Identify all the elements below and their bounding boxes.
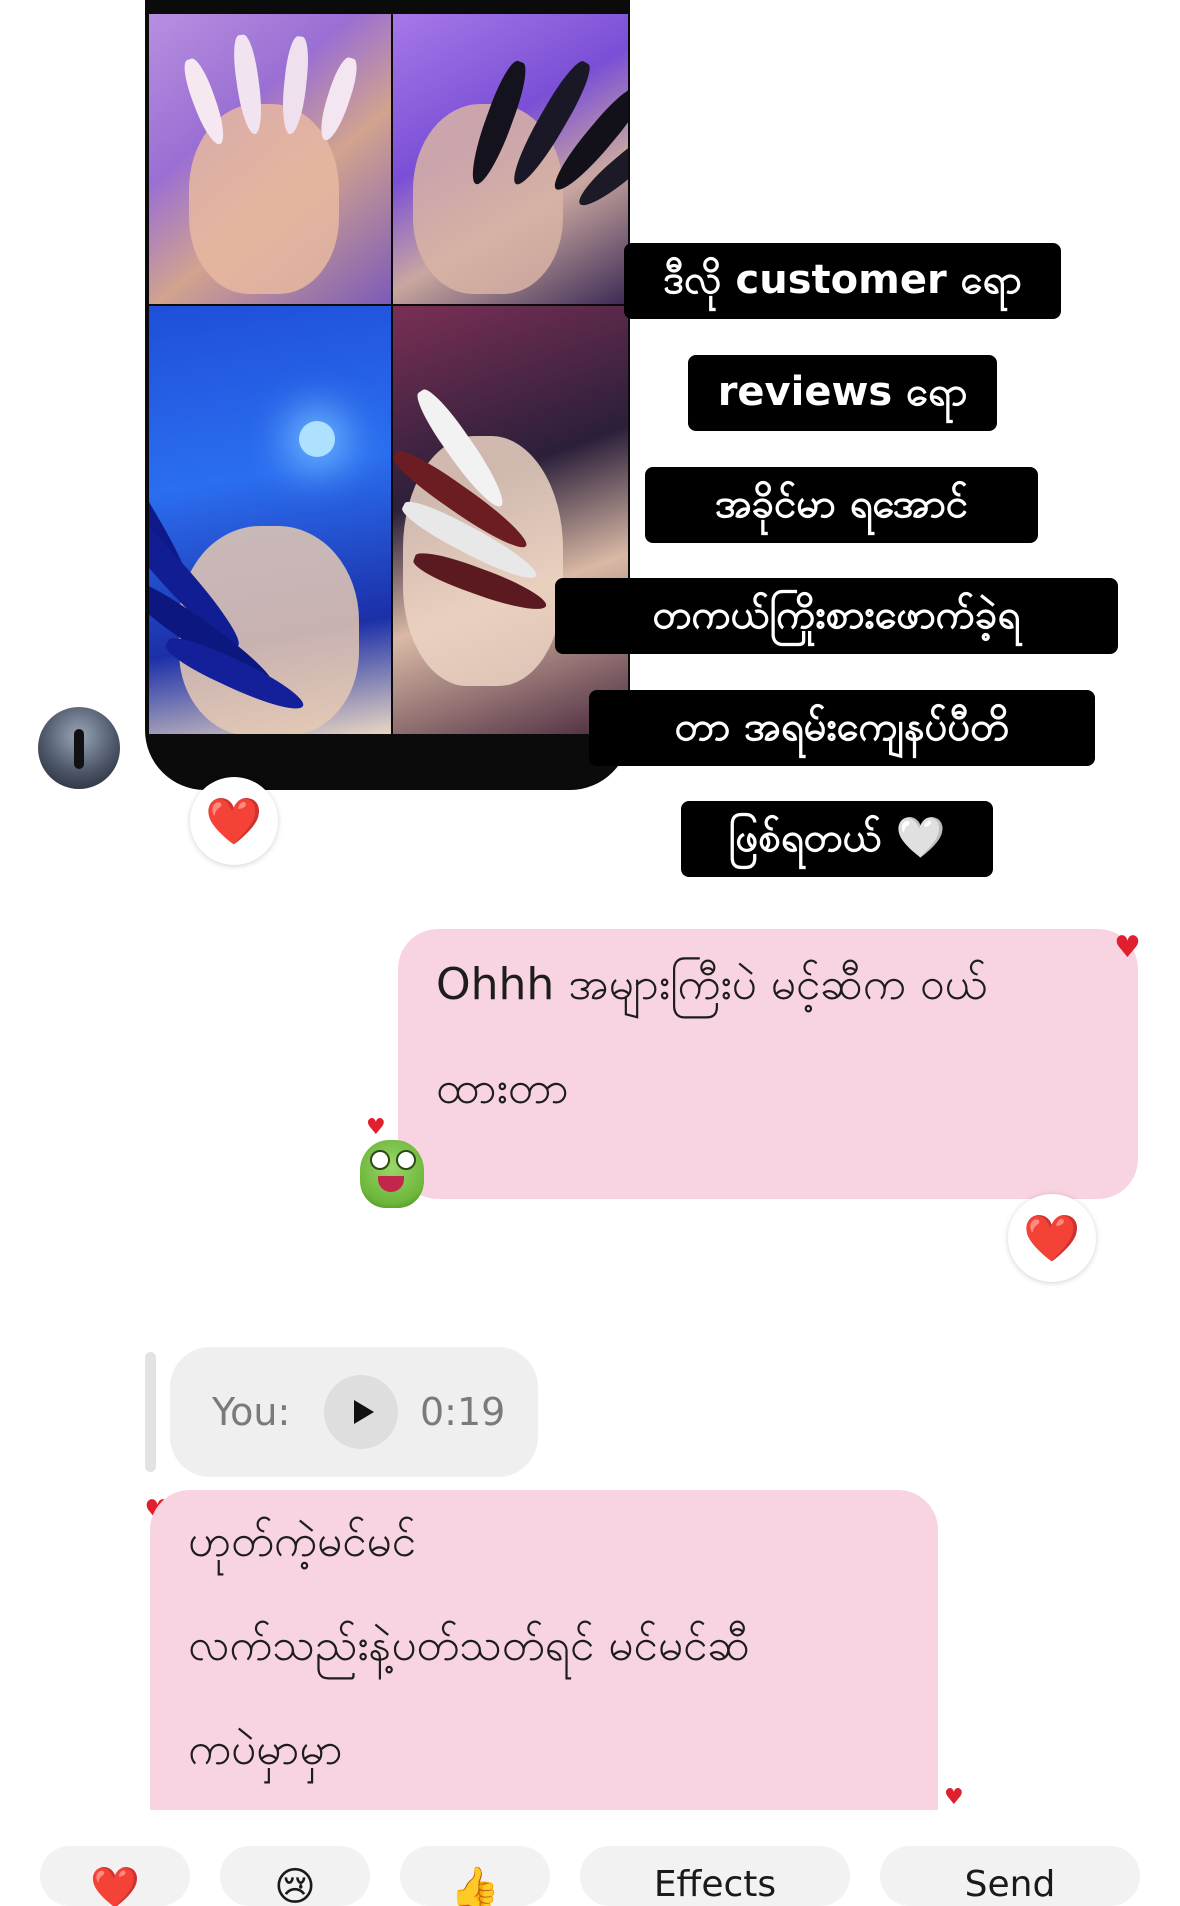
reaction-heart-photo[interactable]: ❤️ <box>190 777 278 865</box>
message-text-line-1: Ohhh အများကြီးပဲ မင့်ဆီက ဝယ် <box>436 959 988 1010</box>
caption-line-6: ဖြစ်ရတယ် 🤍 <box>681 801 993 877</box>
shared-photo[interactable] <box>145 0 630 790</box>
frog-sticker-icon <box>360 1140 424 1208</box>
photo-tile-4 <box>393 306 628 734</box>
quick-reaction-heart[interactable]: ❤️ <box>40 1846 190 1906</box>
reply-text-line-2: လက်သည်းနဲ့ပတ်သတ်ရင် မင်မင်ဆီ <box>188 1620 750 1671</box>
caption-line-4: တကယ်ကြိုးစားဖောက်ခဲ့ရ <box>555 578 1118 654</box>
effects-label: Effects <box>653 1864 777 1905</box>
heart-icon: ❤️ <box>1023 1210 1081 1265</box>
message-text-line-2: ထားတာ <box>436 1063 569 1114</box>
send-label: Send <box>964 1864 1056 1905</box>
heart-icon: ❤️ <box>90 1865 140 1906</box>
play-button[interactable] <box>324 1375 398 1449</box>
caption-line-2: reviews ရော <box>688 355 997 431</box>
reply-text-line-3: ကပဲမှာမှာ <box>188 1724 343 1775</box>
photo-tile-3 <box>149 306 391 734</box>
quick-reaction-sad[interactable]: 😢 <box>220 1846 370 1906</box>
play-icon <box>354 1400 374 1424</box>
caption-line-3: အခိုင်မာ ရအောင် <box>645 467 1038 543</box>
photo-tile-2 <box>393 14 628 304</box>
heart-icon: ♥ <box>1114 930 1141 965</box>
thumbs-up-icon: 👍 <box>450 1865 500 1906</box>
photo-tile-1 <box>149 14 391 304</box>
caption-line-1: ဒီလို customer ရော <box>624 243 1061 319</box>
quoted-voice-message[interactable]: You: 0:19 <box>170 1347 538 1477</box>
reply-quote-bar <box>145 1352 156 1472</box>
voice-sender-label: You: <box>212 1390 291 1434</box>
reaction-heart-message[interactable]: ❤️ <box>1008 1194 1096 1282</box>
avatar[interactable] <box>38 707 120 789</box>
quick-reaction-thumbs-up[interactable]: 👍 <box>400 1846 550 1906</box>
avatar-figure <box>74 729 84 769</box>
sad-face-icon: 😢 <box>274 1864 316 1906</box>
heart-icon: ❤️ <box>205 793 263 848</box>
message-bubble-reply[interactable]: ဟုတ်ကဲ့မင်မင် လက်သည်းနဲ့ပတ်သတ်ရင် မင်မင်… <box>150 1490 938 1810</box>
caption-line-5: တာ အရမ်းကျေနပ်ပီတိ <box>589 690 1095 766</box>
heart-icon: ♥ <box>366 1115 386 1140</box>
heart-icon: ♥ <box>944 1785 964 1810</box>
send-button[interactable]: Send <box>880 1846 1140 1906</box>
voice-duration: 0:19 <box>420 1390 506 1434</box>
reply-text-line-1: ဟုတ်ကဲ့မင်မင် <box>188 1516 417 1567</box>
message-bubble-sent[interactable]: Ohhh အများကြီးပဲ မင့်ဆီက ဝယ် ထားတာ <box>398 929 1138 1199</box>
effects-button[interactable]: Effects <box>580 1846 850 1906</box>
